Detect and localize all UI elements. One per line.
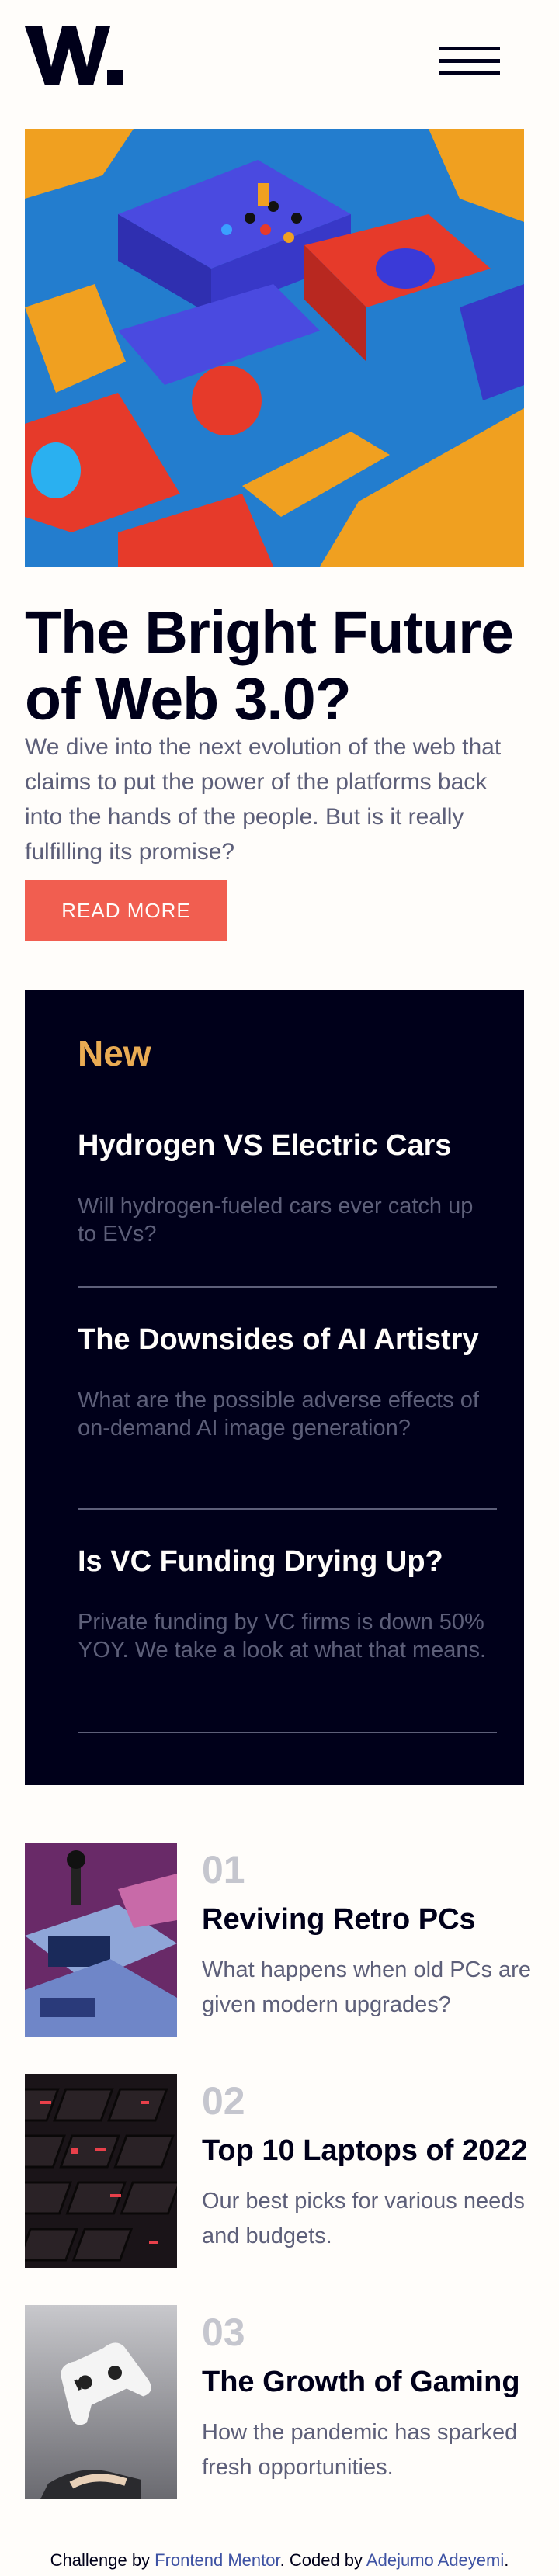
hero-title: The Bright Future of Web 3.0? bbox=[25, 599, 514, 733]
author-link[interactable]: Adejumo Adeyemi bbox=[366, 2550, 504, 2570]
new-item-description: Will hydrogen-fueled cars ever catch up … bbox=[78, 1194, 474, 1246]
new-item-description: Private funding by VC firms is down 50% … bbox=[78, 1610, 487, 1662]
new-section-heading: New bbox=[78, 1033, 151, 1073]
new-item-title[interactable]: Is VC Funding Drying Up? bbox=[78, 1543, 497, 1580]
list-item: 02 Top 10 Laptops of 2022 Our best picks… bbox=[25, 2074, 559, 2268]
divider bbox=[78, 1732, 497, 1733]
site-header bbox=[0, 0, 559, 116]
new-item-hydrogen: Hydrogen VS Electric Cars Will hydrogen-… bbox=[78, 1127, 497, 1248]
hero-description: We dive into the next evolution of the w… bbox=[25, 734, 502, 865]
footer-suffix: . bbox=[504, 2550, 509, 2570]
article-title[interactable]: Top 10 Laptops of 2022 bbox=[202, 2134, 527, 2168]
article-title[interactable]: Reviving Retro PCs bbox=[202, 1903, 476, 1936]
logo-icon[interactable] bbox=[25, 23, 124, 87]
laptop-keyboard-image bbox=[25, 2074, 177, 2268]
article-title[interactable]: The Growth of Gaming bbox=[202, 2366, 520, 2399]
frontend-mentor-link[interactable]: Frontend Mentor bbox=[155, 2550, 280, 2570]
hamburger-menu-icon[interactable] bbox=[439, 47, 500, 76]
article-number: 01 bbox=[202, 1848, 245, 1891]
hero-image bbox=[25, 129, 524, 567]
divider bbox=[78, 1286, 497, 1288]
retro-pc-image bbox=[25, 1843, 177, 2037]
article-description: How the pandemic has sparked fresh oppor… bbox=[202, 2420, 518, 2480]
new-articles-panel: New Hydrogen VS Electric Cars Will hydro… bbox=[25, 990, 524, 1785]
article-number: 02 bbox=[202, 2079, 245, 2123]
list-item: 01 Reviving Retro PCs What happens when … bbox=[25, 1843, 559, 2037]
new-item-ai-artistry: The Downsides of AI Artistry What are th… bbox=[78, 1321, 497, 1442]
new-item-vc-funding: Is VC Funding Drying Up? Private funding… bbox=[78, 1543, 497, 1664]
article-description: What happens when old PCs are given mode… bbox=[202, 1957, 531, 2017]
new-item-description: What are the possible adverse effects of… bbox=[78, 1388, 479, 1441]
footer-middle: . Coded by bbox=[280, 2550, 366, 2570]
article-number: 03 bbox=[202, 2311, 245, 2354]
new-item-title[interactable]: Hydrogen VS Electric Cars bbox=[78, 1127, 497, 1164]
read-more-button[interactable]: READ MORE bbox=[25, 880, 227, 941]
new-item-title[interactable]: The Downsides of AI Artistry bbox=[78, 1321, 497, 1358]
game-controller-image bbox=[25, 2305, 177, 2499]
divider bbox=[78, 1508, 497, 1510]
attribution-footer: Challenge by Frontend Mentor. Coded by A… bbox=[0, 2550, 559, 2571]
article-description: Our best picks for various needs and bud… bbox=[202, 2189, 525, 2248]
list-item: 03 The Growth of Gaming How the pandemic… bbox=[25, 2305, 559, 2499]
footer-prefix: Challenge by bbox=[50, 2550, 155, 2570]
